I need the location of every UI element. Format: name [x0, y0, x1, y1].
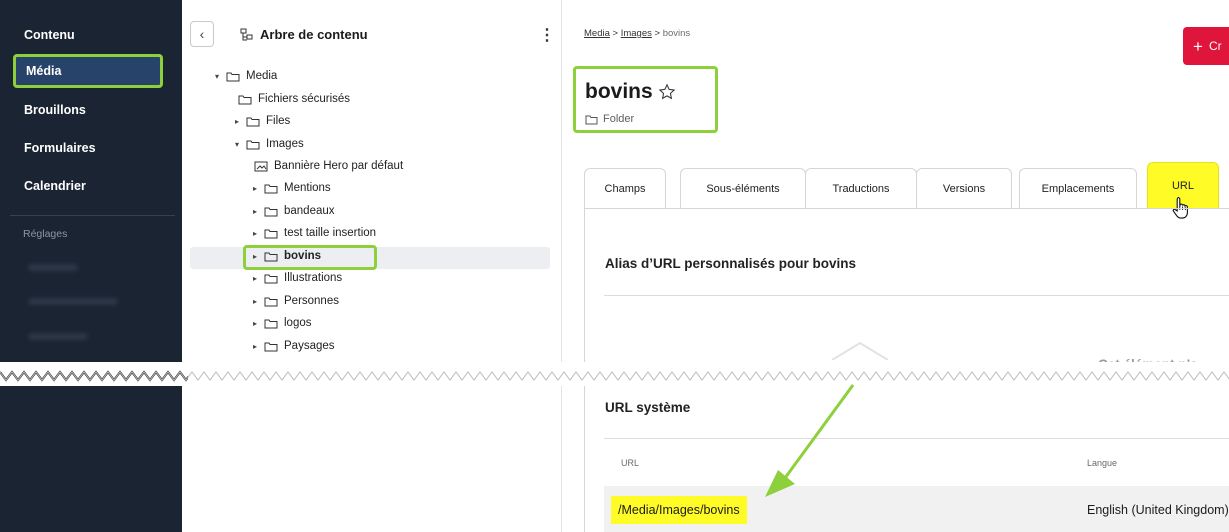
column-header-langue: Langue: [1087, 458, 1118, 468]
tree-node-label: Paysages: [284, 340, 335, 352]
tree-node-fichiers-s-curis-s[interactable]: Fichiers sécurisés: [234, 89, 350, 109]
breadcrumb-separator: >: [612, 28, 619, 39]
system-url-value[interactable]: /Media/Images/bovins: [611, 496, 747, 524]
tree-structure-icon: [240, 28, 253, 40]
breadcrumb-separator: >: [654, 28, 661, 39]
tree-title: Arbre de contenu: [260, 27, 368, 42]
caret-down-icon[interactable]: ▾: [232, 140, 242, 149]
screen: Contenu Média Brouillons Formulaires Cal…: [0, 0, 1229, 532]
tree-menu-icon[interactable]: ⋮: [539, 25, 555, 45]
caret-right-icon[interactable]: ▸: [250, 184, 260, 193]
folder-icon: [264, 274, 278, 283]
tree-node-mentions[interactable]: ▸ Mentions: [250, 178, 331, 198]
nav-item-calendrier[interactable]: Calendrier: [10, 170, 170, 202]
collapse-tree-button[interactable]: ‹: [190, 21, 214, 47]
item-type-label: Folder: [603, 113, 635, 125]
tree-node-test-taille-insertion[interactable]: ▸ test taille insertion: [250, 223, 376, 243]
tab-versions[interactable]: Versions: [916, 168, 1012, 208]
blurred-nav-item: [28, 298, 118, 305]
nav-item-media[interactable]: Média: [13, 54, 163, 88]
tree-node-bandeaux[interactable]: ▸ bandeaux: [250, 201, 335, 221]
plus-icon: +: [1193, 36, 1203, 56]
nav-section-reglages: Réglages: [23, 228, 68, 240]
create-button[interactable]: + Cr: [1183, 27, 1229, 65]
folder-icon: [264, 297, 278, 306]
star-outline-icon[interactable]: [658, 83, 676, 101]
breadcrumb: Media > Images > bovins: [584, 28, 690, 39]
nav-divider: [10, 215, 175, 216]
caret-right-icon[interactable]: ▸: [250, 297, 260, 306]
caret-right-icon[interactable]: ▸: [250, 207, 260, 216]
screenshot-break-band: [0, 362, 1229, 386]
tree-node-media[interactable]: ▾ Media: [212, 66, 277, 86]
tree-node-personnes[interactable]: ▸ Personnes: [250, 291, 339, 311]
tab-sous-elements[interactable]: Sous-éléments: [680, 168, 806, 208]
item-title: bovins: [585, 80, 653, 103]
tree-node-label: Illustrations: [284, 272, 343, 284]
nav-item-formulaires[interactable]: Formulaires: [10, 132, 170, 164]
tree-node-label: Media: [246, 70, 278, 82]
chevron-left-icon: ‹: [199, 26, 205, 42]
create-button-label: Cr: [1208, 39, 1222, 53]
system-url-title: URL système: [605, 400, 691, 415]
tab-traductions[interactable]: Traductions: [805, 168, 917, 208]
blurred-nav-item: [28, 333, 88, 340]
tree-node-illustrations[interactable]: ▸ Illustrations: [250, 268, 342, 288]
tree-node-label: Images: [266, 138, 304, 150]
folder-icon: [238, 95, 252, 104]
folder-icon: [264, 207, 278, 216]
column-header-url: URL: [621, 458, 640, 468]
blurred-nav-item: [28, 264, 78, 271]
tree-node-label: Files: [266, 115, 291, 127]
aliases-divider: [604, 295, 1229, 296]
page-title: bovins: [585, 80, 676, 104]
caret-right-icon[interactable]: ▸: [250, 319, 260, 328]
system-url-language: English (United Kingdom): [1087, 503, 1229, 517]
tab-emplacements[interactable]: Emplacements: [1019, 168, 1137, 208]
system-url-divider: [604, 438, 1229, 439]
tree-node-label: Mentions: [284, 182, 331, 194]
caret-right-icon[interactable]: ▸: [250, 274, 260, 283]
folder-icon: [264, 342, 278, 351]
tree-node-label: Bannière Hero par défaut: [274, 160, 404, 172]
tree-node-images[interactable]: ▾ Images: [232, 134, 304, 154]
nav-item-contenu[interactable]: Contenu: [10, 19, 170, 51]
folder-icon: [246, 117, 260, 126]
tree-node-label: Fichiers sécurisés: [258, 93, 351, 105]
tree-node-banni-re-hero-par-d-faut[interactable]: Bannière Hero par défaut: [250, 156, 403, 176]
main-navigation: Contenu Média Brouillons Formulaires Cal…: [0, 0, 182, 532]
caret-right-icon[interactable]: ▸: [250, 229, 260, 238]
tree-node-label: bandeaux: [284, 205, 335, 217]
tree-node-files[interactable]: ▸ Files: [232, 111, 290, 131]
aliases-title: Alias d’URL personnalisés pour bovins: [605, 256, 857, 271]
tree-header: Arbre de contenu: [240, 27, 368, 42]
caret-down-icon[interactable]: ▾: [212, 72, 222, 81]
breadcrumb-images[interactable]: Images: [621, 28, 652, 39]
tab-url-label: URL: [1171, 179, 1194, 192]
folder-icon: [246, 140, 260, 149]
tree-node-paysages[interactable]: ▸ Paysages: [250, 336, 335, 356]
nav-item-brouillons[interactable]: Brouillons: [10, 94, 170, 126]
folder-icon: [264, 184, 278, 193]
tree-node-label: test taille insertion: [284, 227, 377, 239]
folder-icon: [264, 319, 278, 328]
caret-right-icon[interactable]: ▸: [250, 342, 260, 351]
item-type: Folder: [585, 113, 634, 125]
breadcrumb-media[interactable]: Media: [584, 28, 610, 39]
caret-right-icon[interactable]: ▸: [232, 117, 242, 126]
tab-champs[interactable]: Champs: [584, 168, 666, 208]
tree-node-logos[interactable]: ▸ logos: [250, 313, 312, 333]
tree-selection-highlight: [243, 245, 377, 270]
folder-icon: [264, 229, 278, 238]
tree-node-label: Personnes: [284, 295, 339, 307]
tree-node-label: logos: [284, 317, 312, 329]
breadcrumb-current: bovins: [662, 28, 691, 39]
folder-icon: [226, 72, 240, 81]
folder-icon: [585, 115, 598, 124]
image-icon: [254, 161, 268, 171]
